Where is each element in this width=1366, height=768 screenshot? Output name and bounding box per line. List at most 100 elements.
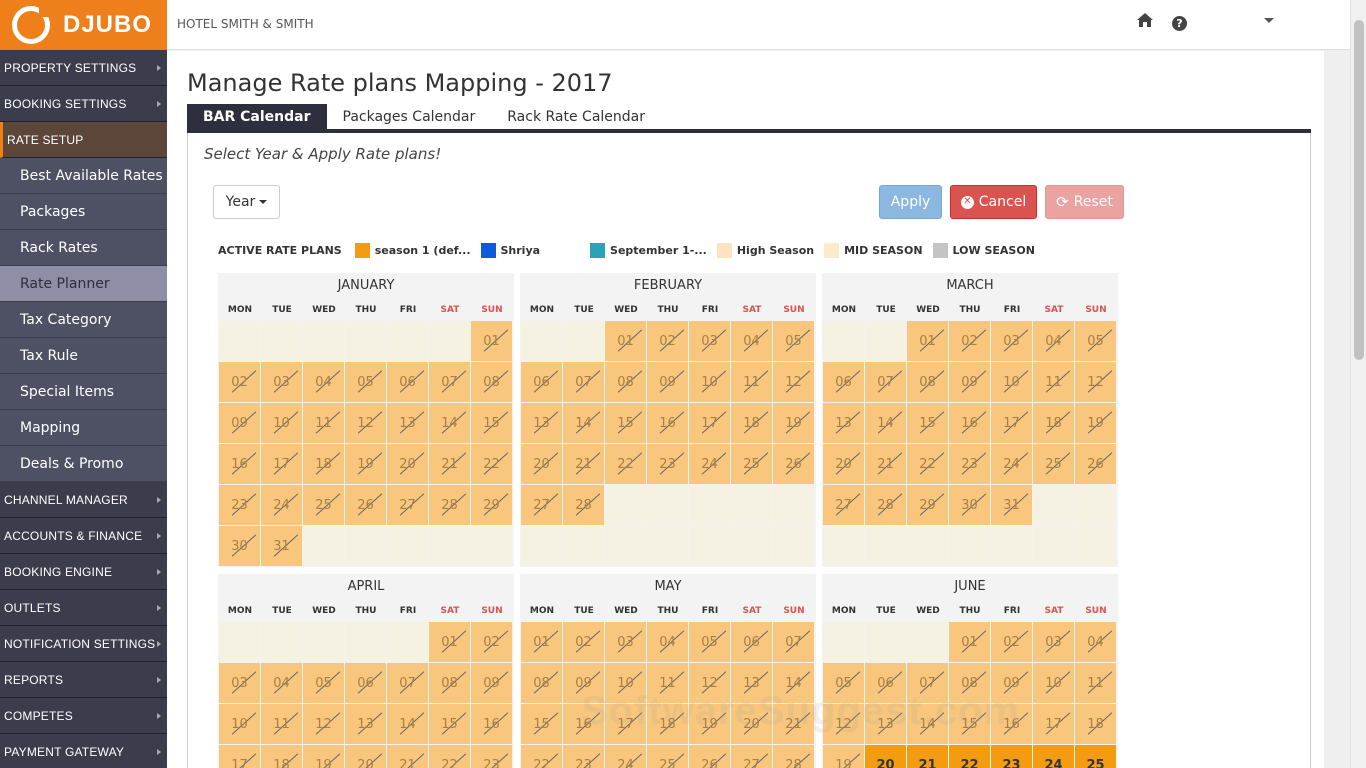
home-icon[interactable] xyxy=(1136,12,1154,28)
calendar-day-cell[interactable]: 02 xyxy=(471,622,512,662)
sidebar-subitem-mapping[interactable]: Mapping xyxy=(0,410,167,446)
calendar-day-cell[interactable]: 04 xyxy=(731,321,772,361)
calendar-day-cell[interactable]: 24 xyxy=(605,745,646,768)
calendar-day-cell[interactable]: 21 xyxy=(773,704,814,744)
calendar-day-cell[interactable]: 26 xyxy=(689,745,730,768)
calendar-day-cell[interactable]: 14 xyxy=(773,663,814,703)
calendar-day-cell[interactable]: 28 xyxy=(773,745,814,768)
calendar-day-cell[interactable]: 08 xyxy=(605,362,646,402)
djubo-logo[interactable]: DJUBO xyxy=(0,0,167,50)
calendar-day-cell[interactable]: 19 xyxy=(345,444,386,484)
calendar-day-cell[interactable]: 30 xyxy=(219,526,260,566)
calendar-day-cell[interactable]: 21 xyxy=(387,745,428,768)
calendar-day-cell[interactable]: 13 xyxy=(865,704,906,744)
calendar-day-cell[interactable]: 14 xyxy=(387,704,428,744)
calendar-day-cell[interactable]: 06 xyxy=(521,362,562,402)
calendar-day-cell[interactable]: 05 xyxy=(1075,321,1116,361)
calendar-day-cell[interactable]: 23 xyxy=(647,444,688,484)
sidebar-item-property-settings[interactable]: PROPERTY SETTINGS xyxy=(0,50,167,86)
calendar-day-cell[interactable]: 03 xyxy=(261,362,302,402)
calendar-day-cell[interactable]: 31 xyxy=(991,485,1032,525)
calendar-day-cell[interactable]: 30 xyxy=(949,485,990,525)
calendar-day-cell[interactable]: 25 xyxy=(303,485,344,525)
calendar-day-cell[interactable]: 11 xyxy=(647,663,688,703)
calendar-day-cell[interactable]: 09 xyxy=(471,663,512,703)
sidebar-subitem-special-items[interactable]: Special Items xyxy=(0,374,167,410)
calendar-day-cell[interactable]: 04 xyxy=(261,663,302,703)
calendar-day-cell[interactable]: 13 xyxy=(731,663,772,703)
calendar-day-cell[interactable]: 15 xyxy=(605,403,646,443)
calendar-day-cell[interactable]: 16 xyxy=(647,403,688,443)
calendar-day-cell[interactable]: 14 xyxy=(563,403,604,443)
sidebar-item-reports[interactable]: REPORTS xyxy=(0,662,167,698)
sidebar-item-notification-settings[interactable]: NOTIFICATION SETTINGS xyxy=(0,626,167,662)
calendar-day-cell[interactable]: 17 xyxy=(261,444,302,484)
calendar-day-cell[interactable]: 22 xyxy=(471,444,512,484)
calendar-day-cell[interactable]: 08 xyxy=(429,663,470,703)
apply-button[interactable]: Apply xyxy=(879,185,942,219)
calendar-day-cell[interactable]: 15 xyxy=(521,704,562,744)
calendar-day-cell[interactable]: 01 xyxy=(429,622,470,662)
calendar-day-cell[interactable]: 22 xyxy=(605,444,646,484)
calendar-day-cell[interactable]: 21 xyxy=(907,745,948,768)
calendar-day-cell[interactable]: 15 xyxy=(429,704,470,744)
calendar-day-cell[interactable]: 09 xyxy=(563,663,604,703)
calendar-day-cell[interactable]: 25 xyxy=(1033,444,1074,484)
calendar-day-cell[interactable]: 23 xyxy=(563,745,604,768)
calendar-day-cell[interactable]: 06 xyxy=(345,663,386,703)
calendar-day-cell[interactable]: 23 xyxy=(949,444,990,484)
user-menu-chevron-down-icon[interactable] xyxy=(1264,18,1274,23)
calendar-day-cell[interactable]: 13 xyxy=(387,403,428,443)
calendar-day-cell[interactable]: 09 xyxy=(991,663,1032,703)
calendar-day-cell[interactable]: 05 xyxy=(345,362,386,402)
calendar-day-cell[interactable]: 15 xyxy=(949,704,990,744)
calendar-day-cell[interactable]: 12 xyxy=(1075,362,1116,402)
calendar-day-cell[interactable]: 08 xyxy=(521,663,562,703)
calendar-day-cell[interactable]: 07 xyxy=(563,362,604,402)
calendar-day-cell[interactable]: 06 xyxy=(731,622,772,662)
calendar-day-cell[interactable]: 18 xyxy=(647,704,688,744)
calendar-day-cell[interactable]: 07 xyxy=(387,663,428,703)
calendar-day-cell[interactable]: 01 xyxy=(949,622,990,662)
tab-bar-calendar[interactable]: BAR Calendar xyxy=(187,104,327,130)
calendar-day-cell[interactable]: 15 xyxy=(907,403,948,443)
calendar-day-cell[interactable]: 06 xyxy=(387,362,428,402)
calendar-day-cell[interactable]: 24 xyxy=(1033,745,1074,768)
calendar-day-cell[interactable]: 10 xyxy=(1033,663,1074,703)
calendar-day-cell[interactable]: 21 xyxy=(865,444,906,484)
help-icon[interactable]: ? xyxy=(1172,16,1187,31)
calendar-day-cell[interactable]: 28 xyxy=(865,485,906,525)
calendar-day-cell[interactable]: 17 xyxy=(219,745,260,768)
sidebar-subitem-deals-promo[interactable]: Deals & Promo xyxy=(0,446,167,482)
calendar-day-cell[interactable]: 28 xyxy=(563,485,604,525)
sidebar-item-competes[interactable]: COMPETES xyxy=(0,698,167,734)
calendar-day-cell[interactable]: 24 xyxy=(689,444,730,484)
calendar-day-cell[interactable]: 03 xyxy=(605,622,646,662)
calendar-day-cell[interactable]: 03 xyxy=(1033,622,1074,662)
calendar-day-cell[interactable]: 13 xyxy=(521,403,562,443)
calendar-day-cell[interactable]: 09 xyxy=(949,362,990,402)
calendar-day-cell[interactable]: 25 xyxy=(1075,745,1116,768)
calendar-day-cell[interactable]: 07 xyxy=(907,663,948,703)
calendar-day-cell[interactable]: 02 xyxy=(219,362,260,402)
calendar-day-cell[interactable]: 14 xyxy=(429,403,470,443)
sidebar-item-channel-manager[interactable]: CHANNEL MANAGER xyxy=(0,482,167,518)
calendar-day-cell[interactable]: 12 xyxy=(823,704,864,744)
calendar-day-cell[interactable]: 26 xyxy=(345,485,386,525)
calendar-day-cell[interactable]: 01 xyxy=(605,321,646,361)
calendar-day-cell[interactable]: 23 xyxy=(471,745,512,768)
calendar-day-cell[interactable]: 08 xyxy=(907,362,948,402)
calendar-day-cell[interactable]: 11 xyxy=(1033,362,1074,402)
calendar-day-cell[interactable]: 11 xyxy=(303,403,344,443)
calendar-day-cell[interactable]: 20 xyxy=(521,444,562,484)
calendar-day-cell[interactable]: 16 xyxy=(219,444,260,484)
calendar-day-cell[interactable]: 17 xyxy=(689,403,730,443)
calendar-day-cell[interactable]: 26 xyxy=(773,444,814,484)
calendar-day-cell[interactable]: 18 xyxy=(261,745,302,768)
calendar-day-cell[interactable]: 21 xyxy=(429,444,470,484)
calendar-day-cell[interactable]: 22 xyxy=(907,444,948,484)
sidebar-item-accounts-finance[interactable]: ACCOUNTS & FINANCE xyxy=(0,518,167,554)
calendar-day-cell[interactable]: 12 xyxy=(345,403,386,443)
calendar-day-cell[interactable]: 03 xyxy=(991,321,1032,361)
calendar-day-cell[interactable]: 28 xyxy=(429,485,470,525)
